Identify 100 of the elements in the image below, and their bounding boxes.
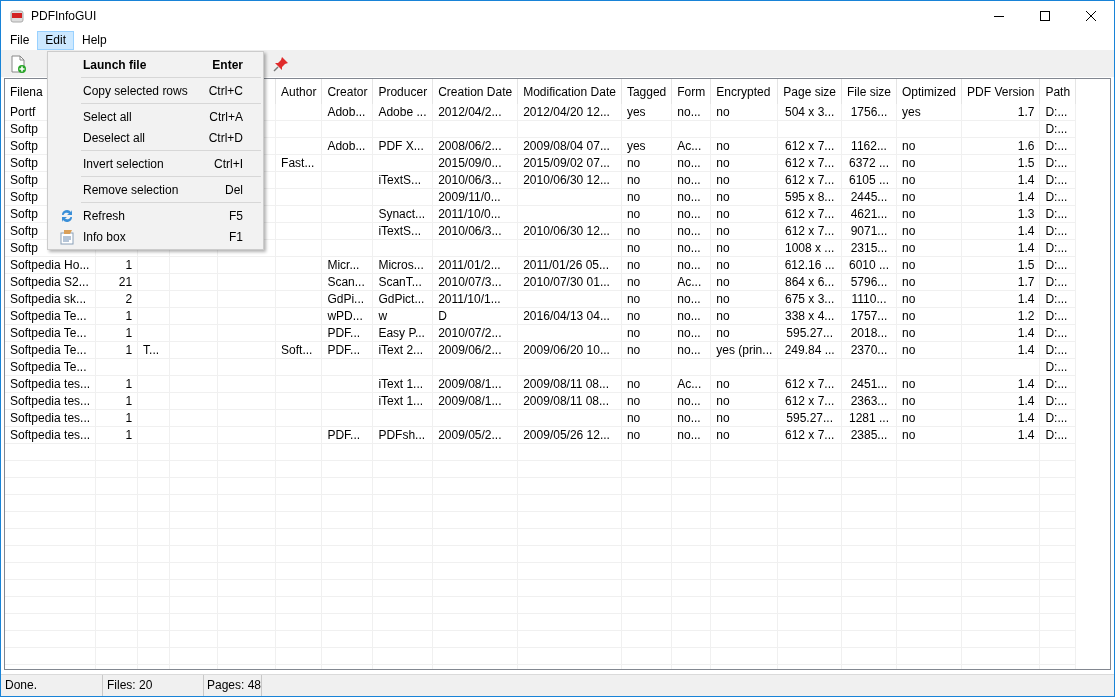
table-cell: 864 x 6... — [784, 275, 835, 289]
table-cell: iText 1... — [378, 394, 424, 408]
table-cell: 1.2 — [1017, 309, 1035, 323]
table-cell: no — [902, 173, 916, 187]
menu-item[interactable]: Edit — [37, 31, 75, 50]
table-cell: 612 x 7... — [784, 224, 835, 238]
app-icon — [9, 8, 25, 24]
table-cell: no — [626, 190, 641, 204]
column-header[interactable]: Encrypted — [716, 84, 771, 99]
table-cell: 1.6 — [1017, 139, 1035, 153]
table-cell: no — [902, 241, 916, 255]
table-cell: no... — [677, 309, 701, 323]
menu-item[interactable]: Remove selection — [83, 182, 225, 197]
table-cell: 612 x 7... — [784, 428, 835, 442]
table-cell: 1281 ... — [849, 411, 889, 425]
table-cell: D:... — [1045, 190, 1068, 204]
table-cell: Synact... — [378, 207, 426, 221]
menu-item[interactable]: Select all — [83, 109, 210, 124]
menu-item[interactable]: Invert selection — [83, 156, 214, 171]
table-cell: Softp — [10, 207, 39, 221]
column-header[interactable]: Filena — [10, 84, 43, 99]
shortcut-label: F5 — [229, 208, 244, 223]
table-cell: no — [716, 190, 730, 204]
table-cell: no — [716, 377, 730, 391]
column-header[interactable]: File size — [847, 84, 891, 99]
table-cell: 612 x 7... — [784, 156, 835, 170]
table-cell: no... — [677, 190, 701, 204]
column-header[interactable]: Optimized — [902, 84, 957, 99]
table-cell: PDF... — [327, 326, 361, 340]
table-cell: no — [626, 224, 641, 238]
table-cell: D:... — [1045, 173, 1068, 187]
menu-item[interactable]: Info box — [83, 229, 229, 244]
table-cell: no — [716, 173, 730, 187]
menu-item[interactable]: File — [2, 31, 38, 50]
table-cell: Softpedia Te... — [10, 343, 87, 357]
table-cell: no... — [677, 411, 701, 425]
column-header[interactable]: Modification Date — [523, 84, 616, 99]
table-cell: no... — [677, 207, 701, 221]
maximize-icon[interactable] — [1040, 11, 1050, 21]
column-header[interactable]: Path — [1045, 84, 1071, 99]
table-cell: Softpedia Te... — [10, 326, 87, 340]
table-cell: no — [626, 309, 641, 323]
close-icon[interactable] — [1086, 11, 1096, 21]
column-header[interactable]: Creation Date — [438, 84, 513, 99]
table-cell: no — [626, 394, 641, 408]
table-cell: no — [716, 139, 730, 153]
table-cell: 1.4 — [1017, 173, 1035, 187]
table-cell: 2370... — [850, 343, 888, 357]
table-cell: no — [716, 224, 730, 238]
column-header[interactable]: Page size — [783, 84, 836, 99]
menu-item[interactable]: Launch file — [83, 57, 213, 72]
menu-item[interactable]: Help — [74, 31, 115, 50]
table-cell: Softpedia tes... — [10, 377, 91, 391]
table-cell: Softp — [10, 224, 39, 238]
table-cell: no — [626, 258, 641, 272]
table-cell: 612 x 7... — [784, 173, 835, 187]
table-cell: Fast... — [281, 156, 315, 170]
table-cell: no — [716, 394, 730, 408]
table-cell: 1 — [125, 394, 133, 408]
table-cell: 1.4 — [1017, 428, 1035, 442]
table-cell: no — [716, 309, 730, 323]
table-cell: Softp — [10, 173, 39, 187]
shortcut-label: Ctrl+D — [208, 130, 244, 145]
table-cell: no — [902, 207, 916, 221]
menu-item[interactable]: Refresh — [83, 208, 229, 223]
table-cell: D:... — [1045, 377, 1068, 391]
column-header[interactable]: Creator — [327, 84, 368, 99]
table-cell: Softpedia tes... — [10, 428, 91, 442]
column-header[interactable]: Producer — [378, 84, 428, 99]
table-cell: 2011/01/26 05... — [523, 258, 610, 272]
column-header[interactable]: Author — [281, 84, 317, 99]
table-cell: Easy P... — [378, 326, 425, 340]
table-cell: Softpedia tes... — [10, 394, 91, 408]
column-header[interactable]: PDF Version — [967, 84, 1035, 99]
table-cell: no... — [677, 105, 701, 119]
table-cell: no — [626, 275, 641, 289]
column-header[interactable]: Tagged — [626, 84, 667, 99]
table-cell: no — [716, 258, 730, 272]
table-cell: no — [626, 156, 641, 170]
menu-item[interactable]: Deselect all — [83, 130, 209, 145]
table-cell: 595.27... — [786, 326, 833, 340]
table-cell: 1.4 — [1017, 190, 1035, 204]
table-cell: no — [626, 292, 641, 306]
table-cell: no — [902, 377, 916, 391]
table-cell: yes — [902, 105, 921, 119]
table-cell: PDFsh... — [378, 428, 426, 442]
table-cell: no — [716, 428, 730, 442]
table-cell: no — [902, 292, 916, 306]
table-cell: 1756... — [850, 105, 888, 119]
menu-item[interactable]: Copy selected rows — [83, 83, 209, 98]
table-cell: 6105 ... — [849, 173, 889, 187]
table-cell: D:... — [1045, 258, 1068, 272]
table-cell: 9071... — [850, 224, 888, 238]
column-header[interactable]: Form — [677, 84, 706, 99]
shortcut-label: Ctrl+I — [214, 156, 244, 171]
shortcut-label: F1 — [229, 229, 244, 244]
table-cell: 612 x 7... — [784, 394, 835, 408]
table-cell: 5796... — [850, 275, 888, 289]
table-cell: 2009/08/11 08... — [523, 394, 610, 408]
table-cell: 2011/10/0... — [438, 207, 501, 221]
